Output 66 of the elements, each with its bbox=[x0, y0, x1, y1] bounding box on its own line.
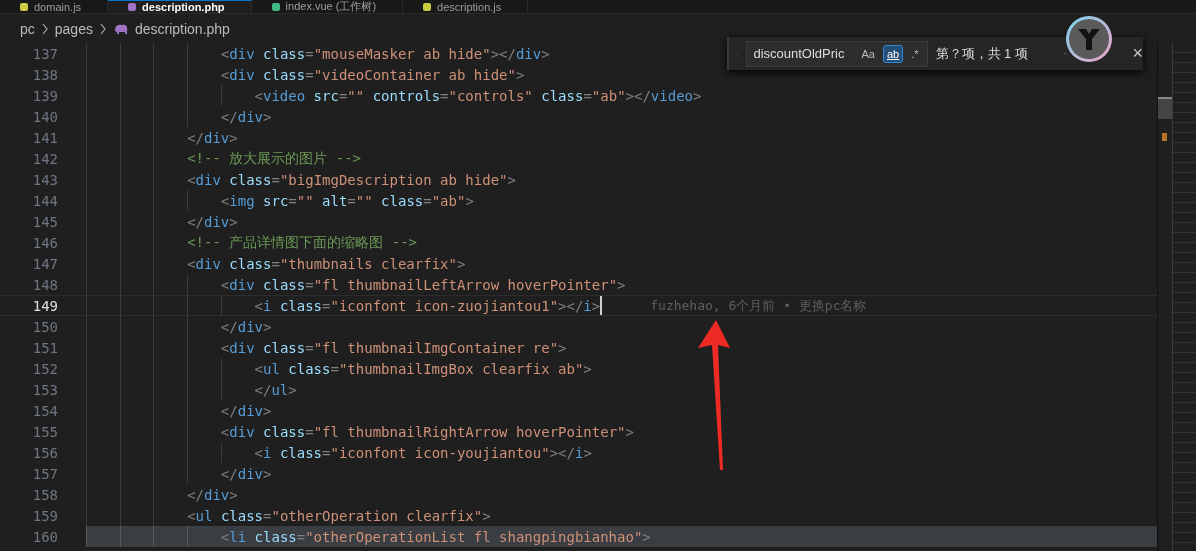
blame-annotation: fuzhehao, 6个月前 • 更换pc名称 bbox=[650, 296, 867, 315]
line-number: 143 bbox=[31, 171, 58, 188]
code-line: <ul class="thumbnailImgBox clearfix ab"> bbox=[254, 360, 592, 377]
scrollbar[interactable] bbox=[1157, 43, 1173, 551]
breadcrumb-item[interactable]: pages bbox=[54, 20, 93, 37]
line-number: 156 bbox=[31, 444, 58, 461]
close-button[interactable]: × bbox=[1132, 43, 1143, 64]
line-number: 151 bbox=[31, 339, 58, 356]
line-number: 147 bbox=[31, 255, 58, 272]
editor-tab[interactable]: description.php bbox=[108, 0, 252, 13]
code-line: </div> bbox=[220, 465, 272, 482]
line-number: 146 bbox=[31, 234, 58, 251]
line-number: 153 bbox=[31, 381, 58, 398]
line-number: 159 bbox=[31, 507, 58, 524]
line-number: 157 bbox=[31, 465, 58, 482]
line-number: 142 bbox=[31, 150, 58, 167]
text-cursor bbox=[600, 296, 603, 315]
code-line: <img src="" alt="" class="ab"> bbox=[220, 192, 474, 209]
code-line: <div class="fl thumbnailImgContainer re"> bbox=[220, 339, 567, 356]
code-line: <div class="fl thumbnailLeftArrow hoverPointer"> bbox=[220, 276, 626, 293]
elephant-icon bbox=[112, 22, 129, 35]
code-line: <div class="videoContainer ab hide"> bbox=[220, 66, 525, 83]
search-option-toggle[interactable]: ab bbox=[882, 44, 904, 63]
file-icon bbox=[20, 2, 28, 11]
breadcrumb-item[interactable]: description.php bbox=[134, 20, 230, 37]
file-icon bbox=[271, 2, 280, 11]
line-number: 154 bbox=[31, 402, 58, 419]
line-number: 148 bbox=[31, 276, 58, 293]
code-line: </div> bbox=[220, 318, 272, 335]
line-number: 137 bbox=[31, 45, 58, 62]
code-line: <div class="bigImgDescription ab hide"> bbox=[187, 171, 516, 188]
code-line: <ul class="otherOperation clearfix"> bbox=[187, 507, 491, 524]
line-number: 149 bbox=[31, 297, 58, 314]
code-line: <div class="mouseMasker ab hide"></div> bbox=[220, 45, 550, 62]
line-number: 145 bbox=[31, 213, 58, 230]
find-input[interactable]: discountOldPric Aa ab .* bbox=[746, 40, 928, 67]
line-number: 141 bbox=[31, 129, 58, 146]
code-line: <!-- 产品详情图下面的缩略图 --> bbox=[187, 233, 417, 252]
breadcrumb-item[interactable]: pc bbox=[20, 20, 35, 37]
code-line: <div class="thumbnails clearfix"> bbox=[187, 255, 466, 272]
line-number: 158 bbox=[31, 486, 58, 503]
line-number: 139 bbox=[31, 87, 58, 104]
code-line: <video src="" controls="controls" class="ab"></video> bbox=[254, 87, 702, 104]
file-icon bbox=[128, 3, 137, 11]
search-option-toggle[interactable]: .* bbox=[907, 44, 923, 63]
code-line: <i class="iconfont icon-zuojiantou1"></i> bbox=[254, 297, 601, 314]
code-line: </div> bbox=[220, 108, 272, 125]
line-number: 152 bbox=[31, 360, 58, 377]
logo-icon bbox=[1065, 15, 1113, 63]
line-number: 155 bbox=[31, 423, 58, 440]
line-number: 160 bbox=[31, 528, 58, 545]
code-line: </div> bbox=[187, 213, 238, 230]
line-number: 138 bbox=[31, 66, 58, 83]
code-line: </div> bbox=[220, 402, 272, 419]
line-number: 140 bbox=[31, 108, 58, 125]
line-number: 144 bbox=[31, 192, 58, 209]
line-number: 150 bbox=[31, 318, 58, 335]
match-count: 第？项，共 1 项 bbox=[935, 44, 1028, 63]
code-line: <i class="iconfont icon-youjiantou"></i> bbox=[254, 444, 592, 461]
code-line: </ul> bbox=[254, 381, 297, 398]
code-line: <!-- 放大展示的图片 --> bbox=[187, 149, 361, 168]
code-line: </div> bbox=[187, 486, 238, 503]
file-icon bbox=[423, 2, 432, 11]
code-line: <div class="fl thumbnailRightArrow hoverPointer"> bbox=[220, 423, 634, 440]
code-line: </div> bbox=[187, 129, 238, 146]
search-option-toggle[interactable]: Aa bbox=[857, 44, 879, 63]
